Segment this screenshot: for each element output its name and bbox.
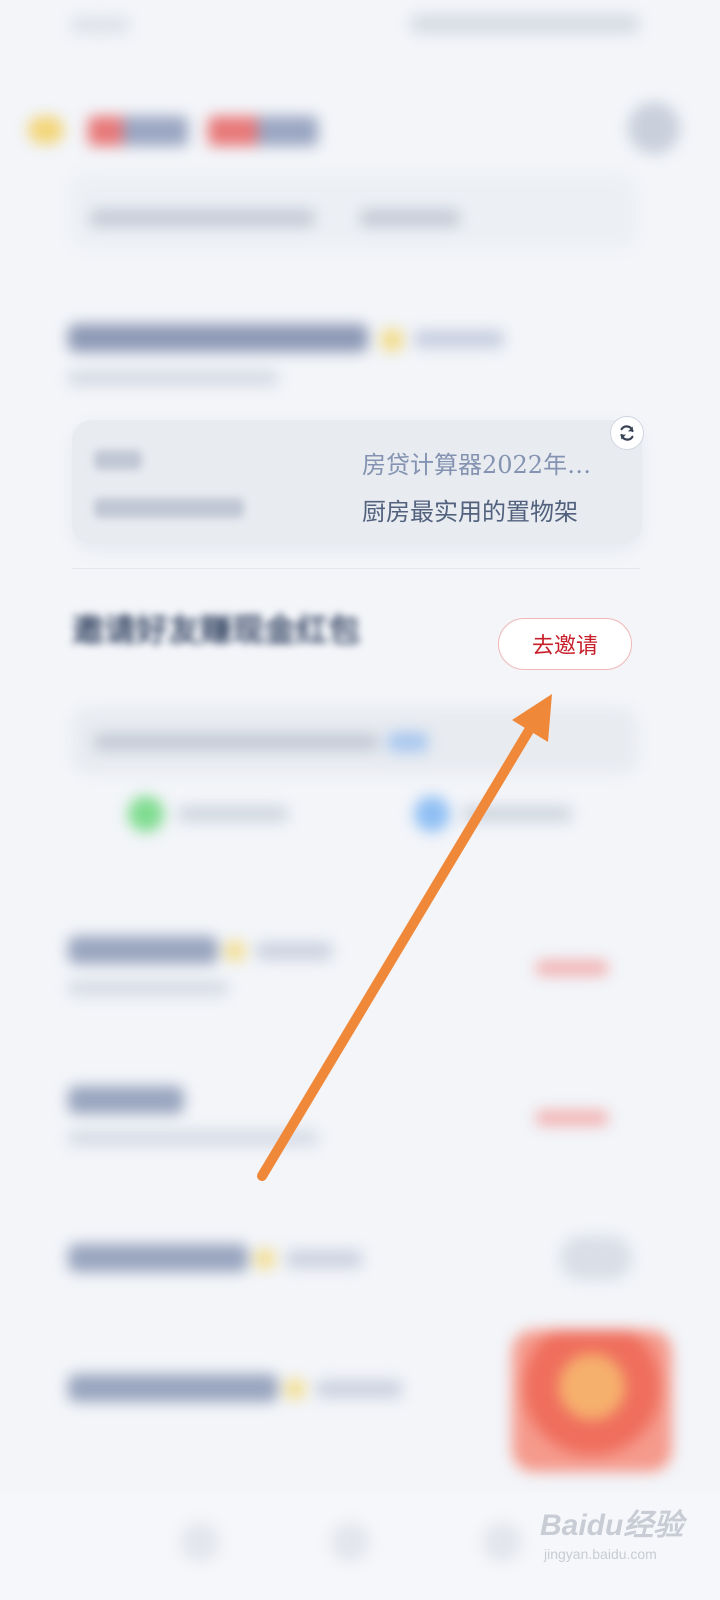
baidu-watermark: Baidu经验 jingyan.baidu.com (540, 1492, 710, 1582)
arrow-annotation (257, 694, 552, 1181)
watermark-url: jingyan.baidu.com (544, 1546, 657, 1562)
watermark-logo: Baidu经验 (540, 1509, 684, 1542)
arrow-shaft (257, 717, 539, 1181)
